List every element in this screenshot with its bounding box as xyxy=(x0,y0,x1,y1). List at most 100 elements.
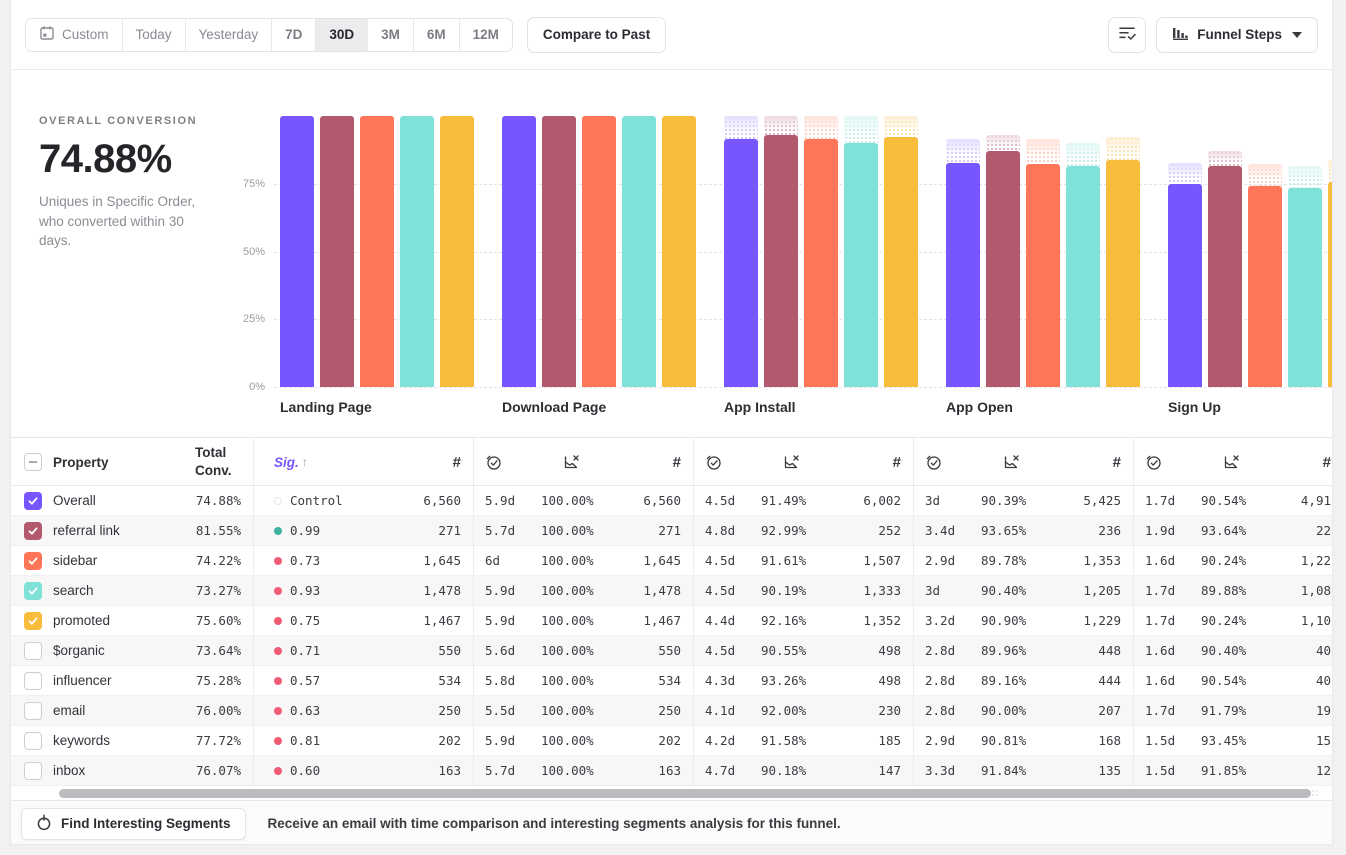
funnel-bar[interactable] xyxy=(1168,184,1202,387)
chart-options-button[interactable] xyxy=(1108,17,1146,53)
total-conversion-value: 75.28% xyxy=(196,673,241,688)
funnel-bar[interactable] xyxy=(320,116,354,387)
row-checkbox[interactable] xyxy=(24,492,42,510)
sig-cell: 0.81202 xyxy=(253,726,473,755)
select-all-checkbox[interactable] xyxy=(24,453,42,471)
conversion-rate-icon[interactable] xyxy=(783,454,800,470)
conversion-rate-icon[interactable] xyxy=(563,454,580,470)
time-to-convert-value: 1.7d xyxy=(1145,613,1201,628)
funnel-bar[interactable] xyxy=(946,163,980,387)
row-checkbox[interactable] xyxy=(24,762,42,780)
date-range-12m[interactable]: 12M xyxy=(459,19,512,51)
date-range-3m[interactable]: 3M xyxy=(367,19,413,51)
sig-sort-header[interactable]: Sig.↑ xyxy=(274,455,453,470)
row-checkbox[interactable] xyxy=(24,732,42,750)
count-column-header[interactable]: # xyxy=(893,454,901,471)
count-column-header[interactable]: # xyxy=(673,454,681,471)
time-to-convert-value: 1.7d xyxy=(1145,493,1201,508)
funnel-bar[interactable] xyxy=(542,116,576,387)
funnel-bar[interactable] xyxy=(440,116,474,387)
row-checkbox[interactable] xyxy=(24,702,42,720)
row-checkbox[interactable] xyxy=(24,552,42,570)
bar-column xyxy=(622,116,656,387)
significance-dot xyxy=(274,587,282,595)
funnel-bar[interactable] xyxy=(1248,186,1282,387)
bar-column xyxy=(360,116,394,387)
dropoff-ghost xyxy=(946,139,980,163)
time-to-convert-value: 4.3d xyxy=(705,673,761,688)
funnel-bar[interactable] xyxy=(582,116,616,387)
funnel-bar[interactable] xyxy=(764,135,798,387)
date-range-custom[interactable]: Custom xyxy=(26,19,122,51)
funnel-bar[interactable] xyxy=(280,116,314,387)
date-range-7d[interactable]: 7D xyxy=(271,19,315,51)
funnel-bar[interactable] xyxy=(662,116,696,387)
significance-dot xyxy=(274,677,282,685)
funnel-bar[interactable] xyxy=(986,151,1020,387)
count-column-header[interactable]: # xyxy=(1323,454,1331,471)
funnel-bar[interactable] xyxy=(804,139,838,387)
date-range-yesterday[interactable]: Yesterday xyxy=(185,19,272,51)
date-range-today[interactable]: Today xyxy=(122,19,185,51)
conversion-rate-value: 90.55% xyxy=(761,643,841,658)
conversion-rate-value: 90.24% xyxy=(1201,553,1281,568)
bar-column xyxy=(1208,116,1242,387)
chevron-down-icon xyxy=(1292,32,1302,38)
conversion-rate-icon[interactable] xyxy=(1003,454,1020,470)
funnel-bar[interactable] xyxy=(1026,164,1060,387)
conversion-rate-icon[interactable] xyxy=(1223,454,1240,470)
count-column-header[interactable]: # xyxy=(1113,454,1121,471)
time-to-convert-icon[interactable] xyxy=(705,454,722,471)
funnel-bar[interactable] xyxy=(1208,166,1242,387)
row-checkbox[interactable] xyxy=(24,522,42,540)
funnel-bar[interactable] xyxy=(502,116,536,387)
significance-dot xyxy=(274,617,282,625)
step-cell: 4.4d92.16%1,352 xyxy=(693,606,913,635)
dropoff-ghost xyxy=(844,116,878,143)
time-to-convert-icon[interactable] xyxy=(485,454,502,471)
compare-to-past-button[interactable]: Compare to Past xyxy=(527,17,666,53)
date-range-6m[interactable]: 6M xyxy=(413,19,459,51)
sig-value: 0.63 xyxy=(290,703,320,718)
conversion-rate-value: 90.00% xyxy=(981,703,1061,718)
time-to-convert-value: 4.7d xyxy=(705,763,761,778)
bar-chart-icon xyxy=(1172,25,1189,44)
funnel-bar[interactable] xyxy=(1066,166,1100,387)
bar-column xyxy=(884,116,918,387)
row-checkbox[interactable] xyxy=(24,582,42,600)
dropoff-ghost xyxy=(724,116,758,139)
bar-column xyxy=(724,116,758,387)
find-interesting-segments-button[interactable]: Find Interesting Segments xyxy=(21,808,246,840)
sig-column-header: Sig. xyxy=(274,455,299,470)
step-cell: 4.1d92.00%230 xyxy=(693,696,913,725)
funnel-bar[interactable] xyxy=(1106,160,1140,387)
funnel-steps-dropdown[interactable]: Funnel Steps xyxy=(1156,17,1318,53)
time-to-convert-icon[interactable] xyxy=(925,454,942,471)
conversion-rate-value: 100.00% xyxy=(541,583,621,598)
conversion-rate-value: 92.16% xyxy=(761,613,841,628)
funnel-bar[interactable] xyxy=(884,137,918,387)
funnel-bar[interactable] xyxy=(400,116,434,387)
step-count: 40 xyxy=(1281,643,1331,658)
date-range-30d[interactable]: 30D xyxy=(315,19,367,51)
row-checkbox[interactable] xyxy=(24,672,42,690)
row-checkbox[interactable] xyxy=(24,642,42,660)
time-to-convert-value: 1.9d xyxy=(1145,523,1201,538)
horizontal-scrollbar-thumb[interactable] xyxy=(59,789,1311,798)
count-column-header[interactable]: # xyxy=(453,454,461,471)
chart-plot-area xyxy=(280,116,1332,387)
funnel-bar[interactable] xyxy=(360,116,394,387)
funnel-bar[interactable] xyxy=(1288,188,1322,387)
row-checkbox[interactable] xyxy=(24,612,42,630)
funnel-bar[interactable] xyxy=(844,143,878,387)
step-count: 1,352 xyxy=(841,613,901,628)
funnel-bar[interactable] xyxy=(622,116,656,387)
funnel-bar[interactable] xyxy=(1328,182,1333,387)
time-to-convert-icon[interactable] xyxy=(1145,454,1162,471)
step-cell: 5.9d100.00%1,478 xyxy=(473,576,693,605)
time-to-convert-value: 2.8d xyxy=(925,703,981,718)
funnel-bar[interactable] xyxy=(724,139,758,387)
sig-value-wrap: 0.71 xyxy=(274,643,438,658)
time-to-convert-value: 4.1d xyxy=(705,703,761,718)
sig-value: 0.81 xyxy=(290,733,320,748)
